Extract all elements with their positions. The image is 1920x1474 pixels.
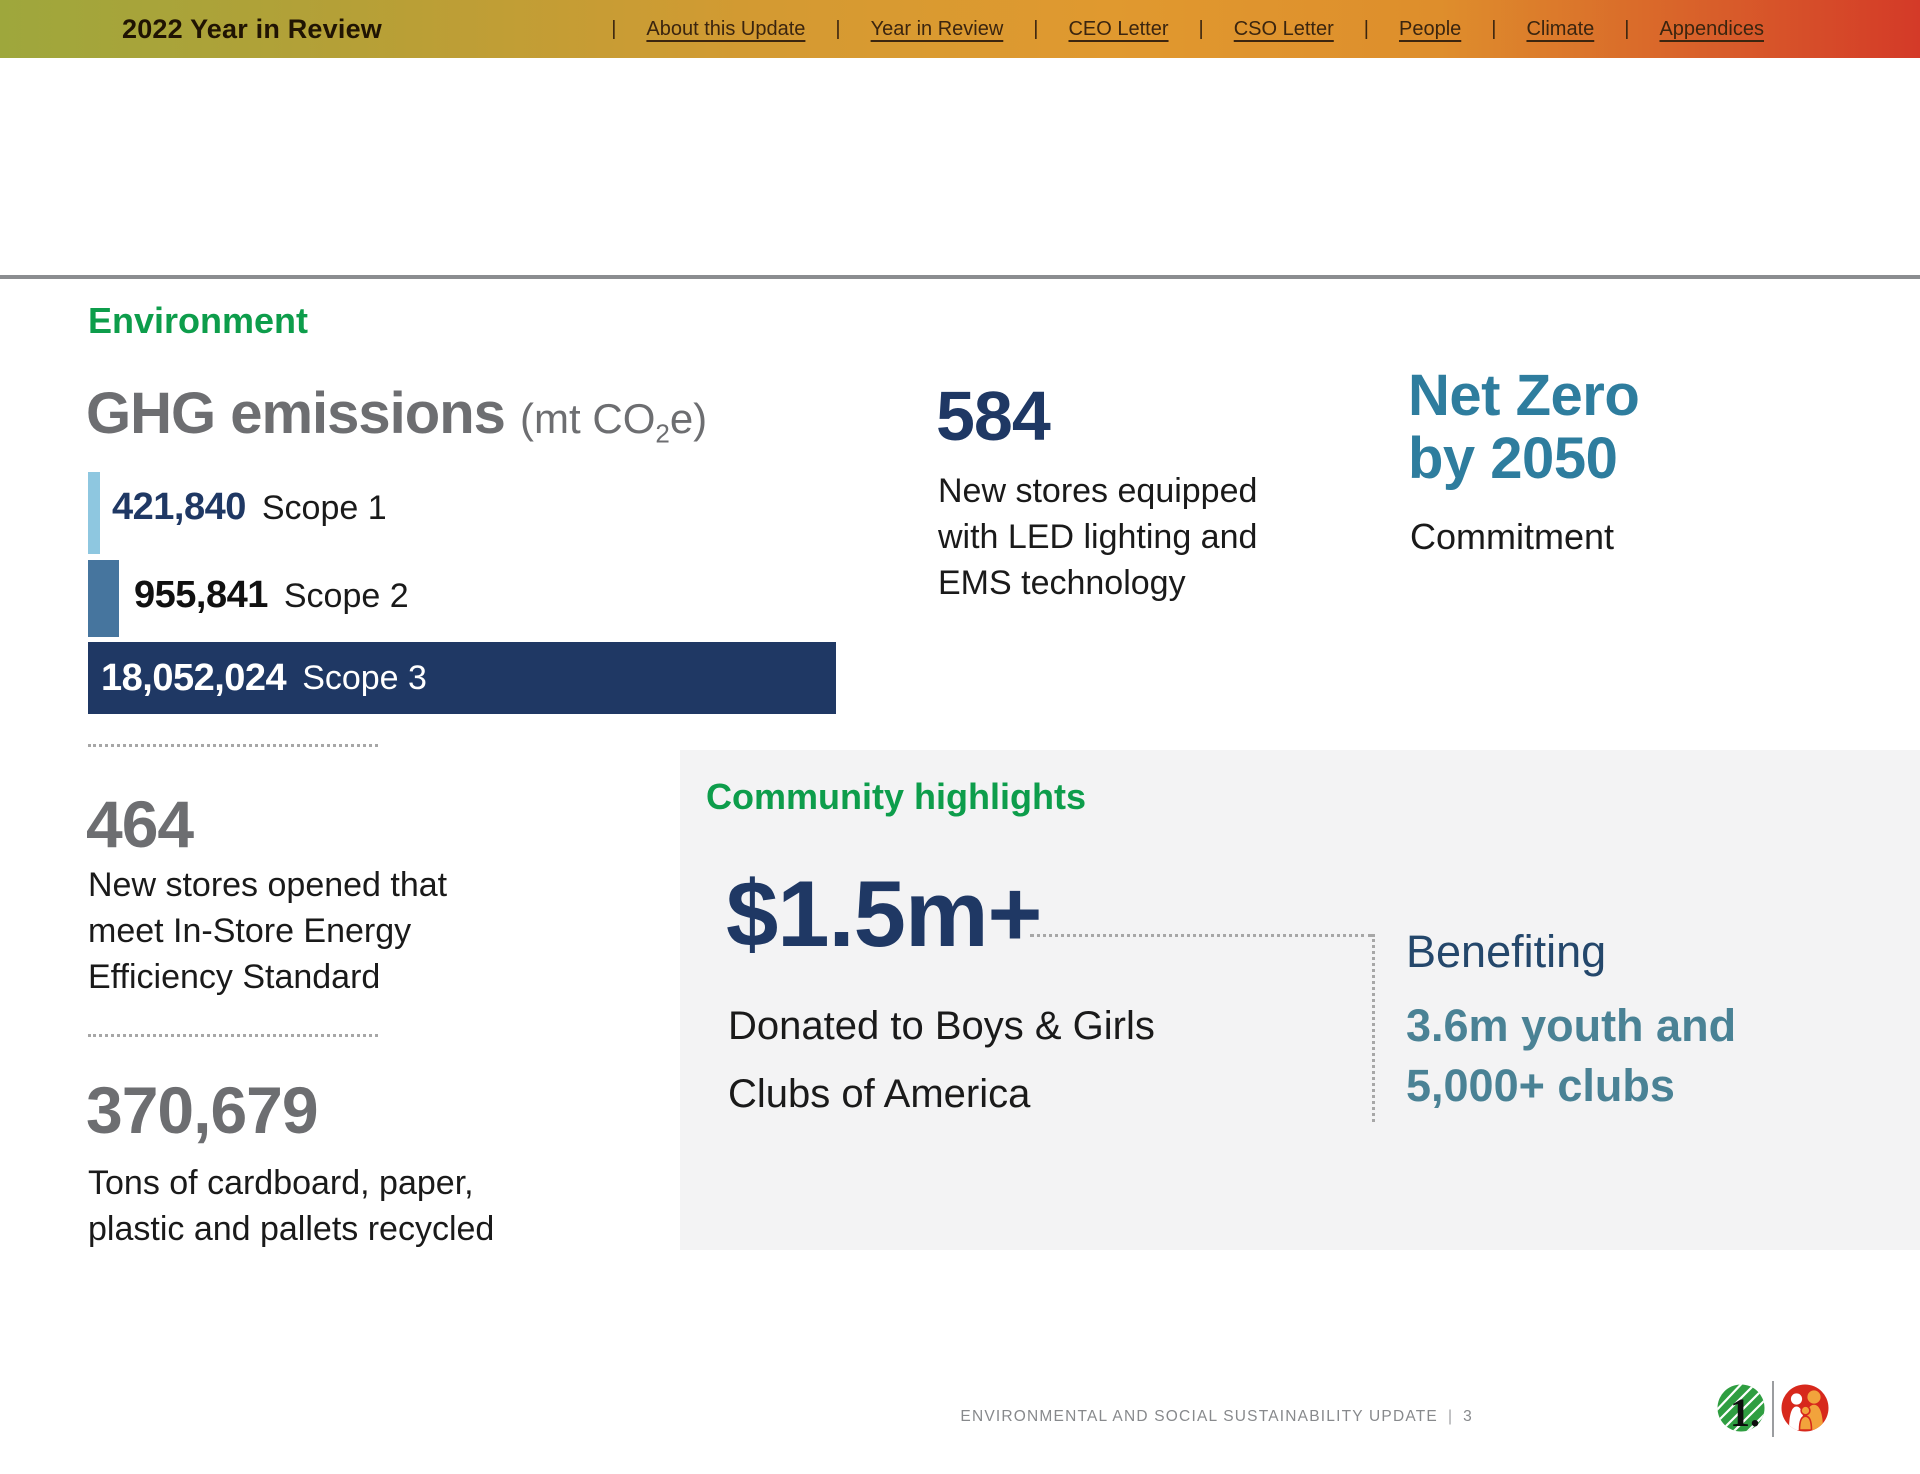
net-zero-commitment-value: Net Zero by 2050 <box>1408 364 1639 490</box>
nav-link-about-this-update[interactable]: About this Update <box>646 18 805 41</box>
ghg-title-text: GHG emissions <box>86 381 505 446</box>
scope-2-row: 955,841 Scope 2 <box>134 574 409 617</box>
scope-2-bar <box>88 560 119 637</box>
stat-recycled-description: Tons of cardboard, paper, plastic and pa… <box>88 1160 494 1252</box>
nav-link-people[interactable]: People <box>1399 18 1461 41</box>
stat-recycled-value: 370,679 <box>86 1072 318 1148</box>
dotted-connector-vertical <box>1372 934 1375 1122</box>
net-zero-commitment-label: Commitment <box>1410 516 1614 558</box>
community-highlights-panel: Community highlights $1.5m+ Donated to B… <box>680 750 1920 1250</box>
logo-divider <box>1772 1381 1774 1437</box>
stat-stores-opened-value: 464 <box>86 786 193 862</box>
nav-separator: | <box>611 18 616 41</box>
benefit-value: 3.6m youth and 5,000+ clubs <box>1406 996 1736 1116</box>
scope-1-label: Scope 1 <box>262 489 387 527</box>
scope-2-value: 955,841 <box>134 574 268 616</box>
dotted-separator <box>88 744 378 747</box>
stat-led-stores-value: 584 <box>936 376 1050 456</box>
stat-stores-opened-description: New stores opened that meet In-Store Ene… <box>88 862 447 1000</box>
donation-description: Donated to Boys & Girls Clubs of America <box>728 992 1155 1128</box>
scope-3-bar: 18,052,024 Scope 3 <box>88 642 836 714</box>
ghg-unit: (mt CO2e) <box>520 395 707 442</box>
nav-link-appendices[interactable]: Appendices <box>1659 18 1764 41</box>
dotted-separator <box>88 1034 378 1037</box>
ghg-emissions-title: GHG emissions (mt CO2e) <box>86 380 707 449</box>
nav-separator: | <box>1199 18 1204 41</box>
nav-separator: | <box>1491 18 1496 41</box>
dotted-connector-horizontal <box>1030 934 1372 937</box>
top-navigation: | About this Update | Year in Review | C… <box>611 0 1794 58</box>
footer-page-number: 3 <box>1463 1408 1473 1425</box>
benefit-label: Benefiting <box>1406 926 1606 978</box>
top-nav-bar: 2022 Year in Review | About this Update … <box>0 0 1920 58</box>
svg-text:1.: 1. <box>1730 1390 1760 1432</box>
scope-3-value: 18,052,024 <box>101 657 286 700</box>
nav-separator: | <box>835 18 840 41</box>
page-title: 2022 Year in Review <box>122 0 382 58</box>
scope-1-row: 421,840 Scope 1 <box>112 486 387 529</box>
scope-3-label: Scope 3 <box>302 659 427 698</box>
nav-link-climate[interactable]: Climate <box>1526 18 1594 41</box>
nav-separator: | <box>1624 18 1629 41</box>
stat-led-stores-description: New stores equipped with LED lighting an… <box>938 468 1257 606</box>
footer-document-title: ENVIRONMENTAL AND SOCIAL SUSTAINABILITY … <box>960 1408 1473 1426</box>
horizontal-divider <box>0 275 1920 279</box>
nav-link-year-in-review[interactable]: Year in Review <box>871 18 1004 41</box>
nav-link-ceo-letter[interactable]: CEO Letter <box>1068 18 1168 41</box>
environment-section-heading: Environment <box>88 300 308 342</box>
scope-1-bar <box>88 472 100 554</box>
footer-page-separator: | <box>1448 1408 1453 1425</box>
donation-value: $1.5m+ <box>726 860 1041 968</box>
report-page: { "header": { "title": "2022 Year in Rev… <box>0 0 1920 1474</box>
scope-2-label: Scope 2 <box>284 577 409 615</box>
footer-title-text: ENVIRONMENTAL AND SOCIAL SUSTAINABILITY … <box>960 1408 1438 1425</box>
nav-link-cso-letter[interactable]: CSO Letter <box>1234 18 1334 41</box>
dollar-tree-logo: 1. <box>1717 1384 1765 1432</box>
scope-1-value: 421,840 <box>112 486 246 528</box>
family-dollar-logo <box>1781 1384 1829 1432</box>
nav-separator: | <box>1033 18 1038 41</box>
nav-separator: | <box>1364 18 1369 41</box>
community-section-heading: Community highlights <box>706 776 1086 818</box>
